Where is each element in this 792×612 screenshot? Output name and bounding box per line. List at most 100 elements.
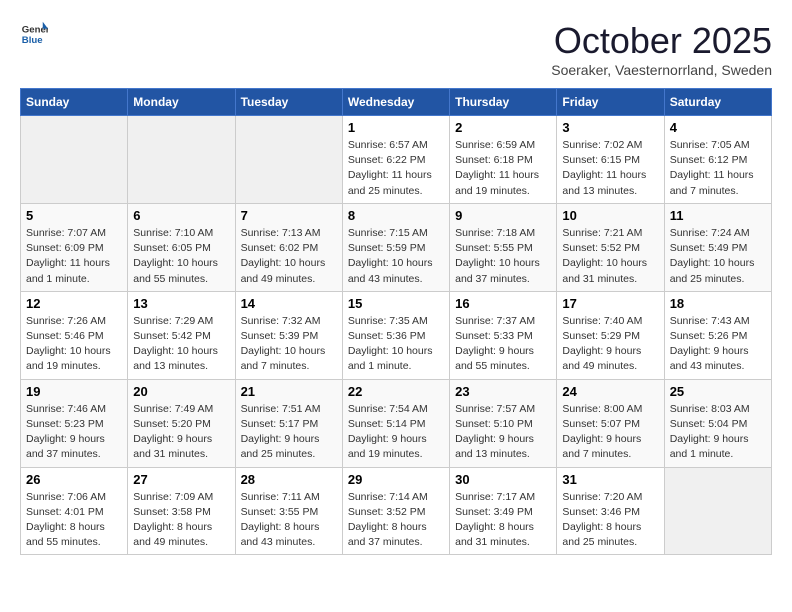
month-title: October 2025 (551, 20, 772, 62)
day-cell: 12Sunrise: 7:26 AM Sunset: 5:46 PM Dayli… (21, 291, 128, 379)
day-cell: 13 Sunrise: 7:29 AM Sunset: 5:42 PM Dayli… (128, 291, 235, 379)
logo-icon: General Blue (20, 20, 48, 48)
day-cell: 29 Sunrise: 7:14 AM Sunset: 3:52 PM Dayli… (342, 467, 449, 555)
day-cell: 17 Sunrise: 7:40 AM Sunset: 5:29 PM Dayli… (557, 291, 664, 379)
day-cell: 2 Sunrise: 6:59 AM Sunset: 6:18 PM Daylig… (450, 116, 557, 204)
title-block: October 2025 Soeraker, Vaesternorrland, … (551, 20, 772, 78)
day-number: 17 (562, 296, 658, 311)
day-info: Sunrise: 7:10 AM Sunset: 6:05 PM Dayligh… (133, 226, 229, 287)
day-info: Sunrise: 6:59 AM Sunset: 6:18 PM Dayligh… (455, 138, 551, 199)
day-cell: 22 Sunrise: 7:54 AM Sunset: 5:14 PM Dayli… (342, 379, 449, 467)
day-number: 12 (26, 296, 122, 311)
day-number: 26 (26, 472, 122, 487)
day-number: 30 (455, 472, 551, 487)
week-row-3: 12Sunrise: 7:26 AM Sunset: 5:46 PM Dayli… (21, 291, 772, 379)
day-info: Sunrise: 7:21 AM Sunset: 5:52 PM Dayligh… (562, 226, 658, 287)
day-info: Sunrise: 7:24 AM Sunset: 5:49 PM Dayligh… (670, 226, 766, 287)
day-number: 16 (455, 296, 551, 311)
day-number: 28 (241, 472, 337, 487)
day-info: Sunrise: 7:35 AM Sunset: 5:36 PM Dayligh… (348, 314, 444, 375)
day-number: 2 (455, 120, 551, 135)
day-info: Sunrise: 7:51 AM Sunset: 5:17 PM Dayligh… (241, 402, 337, 463)
day-info: Sunrise: 7:57 AM Sunset: 5:10 PM Dayligh… (455, 402, 551, 463)
day-info: Sunrise: 7:54 AM Sunset: 5:14 PM Dayligh… (348, 402, 444, 463)
svg-text:Blue: Blue (22, 35, 43, 46)
day-info: Sunrise: 7:13 AM Sunset: 6:02 PM Dayligh… (241, 226, 337, 287)
day-cell: 5Sunrise: 7:07 AM Sunset: 6:09 PM Daylig… (21, 203, 128, 291)
day-info: Sunrise: 6:57 AM Sunset: 6:22 PM Dayligh… (348, 138, 444, 199)
day-info: Sunrise: 7:29 AM Sunset: 5:42 PM Dayligh… (133, 314, 229, 375)
day-number: 21 (241, 384, 337, 399)
day-number: 27 (133, 472, 229, 487)
day-info: Sunrise: 7:02 AM Sunset: 6:15 PM Dayligh… (562, 138, 658, 199)
day-number: 4 (670, 120, 766, 135)
day-header-thursday: Thursday (450, 89, 557, 116)
day-header-monday: Monday (128, 89, 235, 116)
day-cell: 10 Sunrise: 7:21 AM Sunset: 5:52 PM Dayli… (557, 203, 664, 291)
day-cell: 27 Sunrise: 7:09 AM Sunset: 3:58 PM Dayli… (128, 467, 235, 555)
day-info: Sunrise: 7:07 AM Sunset: 6:09 PM Dayligh… (26, 226, 122, 287)
day-number: 7 (241, 208, 337, 223)
day-info: Sunrise: 7:15 AM Sunset: 5:59 PM Dayligh… (348, 226, 444, 287)
day-cell: 26 Sunrise: 7:06 AM Sunset: 4:01 PM Dayli… (21, 467, 128, 555)
day-number: 25 (670, 384, 766, 399)
day-number: 20 (133, 384, 229, 399)
day-header-friday: Friday (557, 89, 664, 116)
day-cell: 8Sunrise: 7:15 AM Sunset: 5:59 PM Daylig… (342, 203, 449, 291)
week-row-2: 5Sunrise: 7:07 AM Sunset: 6:09 PM Daylig… (21, 203, 772, 291)
day-cell: 19Sunrise: 7:46 AM Sunset: 5:23 PM Dayli… (21, 379, 128, 467)
day-number: 13 (133, 296, 229, 311)
day-cell: 4 Sunrise: 7:05 AM Sunset: 6:12 PM Daylig… (664, 116, 771, 204)
week-row-5: 26 Sunrise: 7:06 AM Sunset: 4:01 PM Dayli… (21, 467, 772, 555)
day-info: Sunrise: 7:20 AM Sunset: 3:46 PM Dayligh… (562, 490, 658, 551)
day-cell: 18Sunrise: 7:43 AM Sunset: 5:26 PM Dayli… (664, 291, 771, 379)
day-info: Sunrise: 7:37 AM Sunset: 5:33 PM Dayligh… (455, 314, 551, 375)
day-cell: 21 Sunrise: 7:51 AM Sunset: 5:17 PM Dayli… (235, 379, 342, 467)
day-info: Sunrise: 7:09 AM Sunset: 3:58 PM Dayligh… (133, 490, 229, 551)
day-info: Sunrise: 7:14 AM Sunset: 3:52 PM Dayligh… (348, 490, 444, 551)
day-cell: 28Sunrise: 7:11 AM Sunset: 3:55 PM Dayli… (235, 467, 342, 555)
day-number: 10 (562, 208, 658, 223)
day-info: Sunrise: 7:40 AM Sunset: 5:29 PM Dayligh… (562, 314, 658, 375)
day-cell (235, 116, 342, 204)
day-number: 15 (348, 296, 444, 311)
calendar-table: SundayMondayTuesdayWednesdayThursdayFrid… (20, 88, 772, 555)
week-row-1: 1 Sunrise: 6:57 AM Sunset: 6:22 PM Daylig… (21, 116, 772, 204)
day-cell: 14Sunrise: 7:32 AM Sunset: 5:39 PM Dayli… (235, 291, 342, 379)
day-number: 29 (348, 472, 444, 487)
day-number: 1 (348, 120, 444, 135)
day-cell: 1 Sunrise: 6:57 AM Sunset: 6:22 PM Daylig… (342, 116, 449, 204)
day-cell: 9 Sunrise: 7:18 AM Sunset: 5:55 PM Daylig… (450, 203, 557, 291)
day-info: Sunrise: 8:03 AM Sunset: 5:04 PM Dayligh… (670, 402, 766, 463)
day-cell: 30Sunrise: 7:17 AM Sunset: 3:49 PM Dayli… (450, 467, 557, 555)
day-info: Sunrise: 8:00 AM Sunset: 5:07 PM Dayligh… (562, 402, 658, 463)
day-cell: 16 Sunrise: 7:37 AM Sunset: 5:33 PM Dayli… (450, 291, 557, 379)
day-cell: 3Sunrise: 7:02 AM Sunset: 6:15 PM Daylig… (557, 116, 664, 204)
page-header: General Blue October 2025 Soeraker, Vaes… (20, 20, 772, 78)
day-header-sunday: Sunday (21, 89, 128, 116)
day-info: Sunrise: 7:43 AM Sunset: 5:26 PM Dayligh… (670, 314, 766, 375)
day-cell: 24 Sunrise: 8:00 AM Sunset: 5:07 PM Dayli… (557, 379, 664, 467)
day-number: 9 (455, 208, 551, 223)
week-row-4: 19Sunrise: 7:46 AM Sunset: 5:23 PM Dayli… (21, 379, 772, 467)
day-info: Sunrise: 7:05 AM Sunset: 6:12 PM Dayligh… (670, 138, 766, 199)
day-number: 24 (562, 384, 658, 399)
days-header-row: SundayMondayTuesdayWednesdayThursdayFrid… (21, 89, 772, 116)
day-cell: 20 Sunrise: 7:49 AM Sunset: 5:20 PM Dayli… (128, 379, 235, 467)
day-cell: 31 Sunrise: 7:20 AM Sunset: 3:46 PM Dayli… (557, 467, 664, 555)
day-cell: 7 Sunrise: 7:13 AM Sunset: 6:02 PM Daylig… (235, 203, 342, 291)
day-header-wednesday: Wednesday (342, 89, 449, 116)
day-info: Sunrise: 7:18 AM Sunset: 5:55 PM Dayligh… (455, 226, 551, 287)
logo: General Blue (20, 20, 48, 48)
day-header-tuesday: Tuesday (235, 89, 342, 116)
day-info: Sunrise: 7:32 AM Sunset: 5:39 PM Dayligh… (241, 314, 337, 375)
day-info: Sunrise: 7:49 AM Sunset: 5:20 PM Dayligh… (133, 402, 229, 463)
day-header-saturday: Saturday (664, 89, 771, 116)
day-cell: 15 Sunrise: 7:35 AM Sunset: 5:36 PM Dayli… (342, 291, 449, 379)
day-info: Sunrise: 7:06 AM Sunset: 4:01 PM Dayligh… (26, 490, 122, 551)
day-cell: 6Sunrise: 7:10 AM Sunset: 6:05 PM Daylig… (128, 203, 235, 291)
day-number: 31 (562, 472, 658, 487)
day-number: 22 (348, 384, 444, 399)
day-cell (664, 467, 771, 555)
day-cell (21, 116, 128, 204)
